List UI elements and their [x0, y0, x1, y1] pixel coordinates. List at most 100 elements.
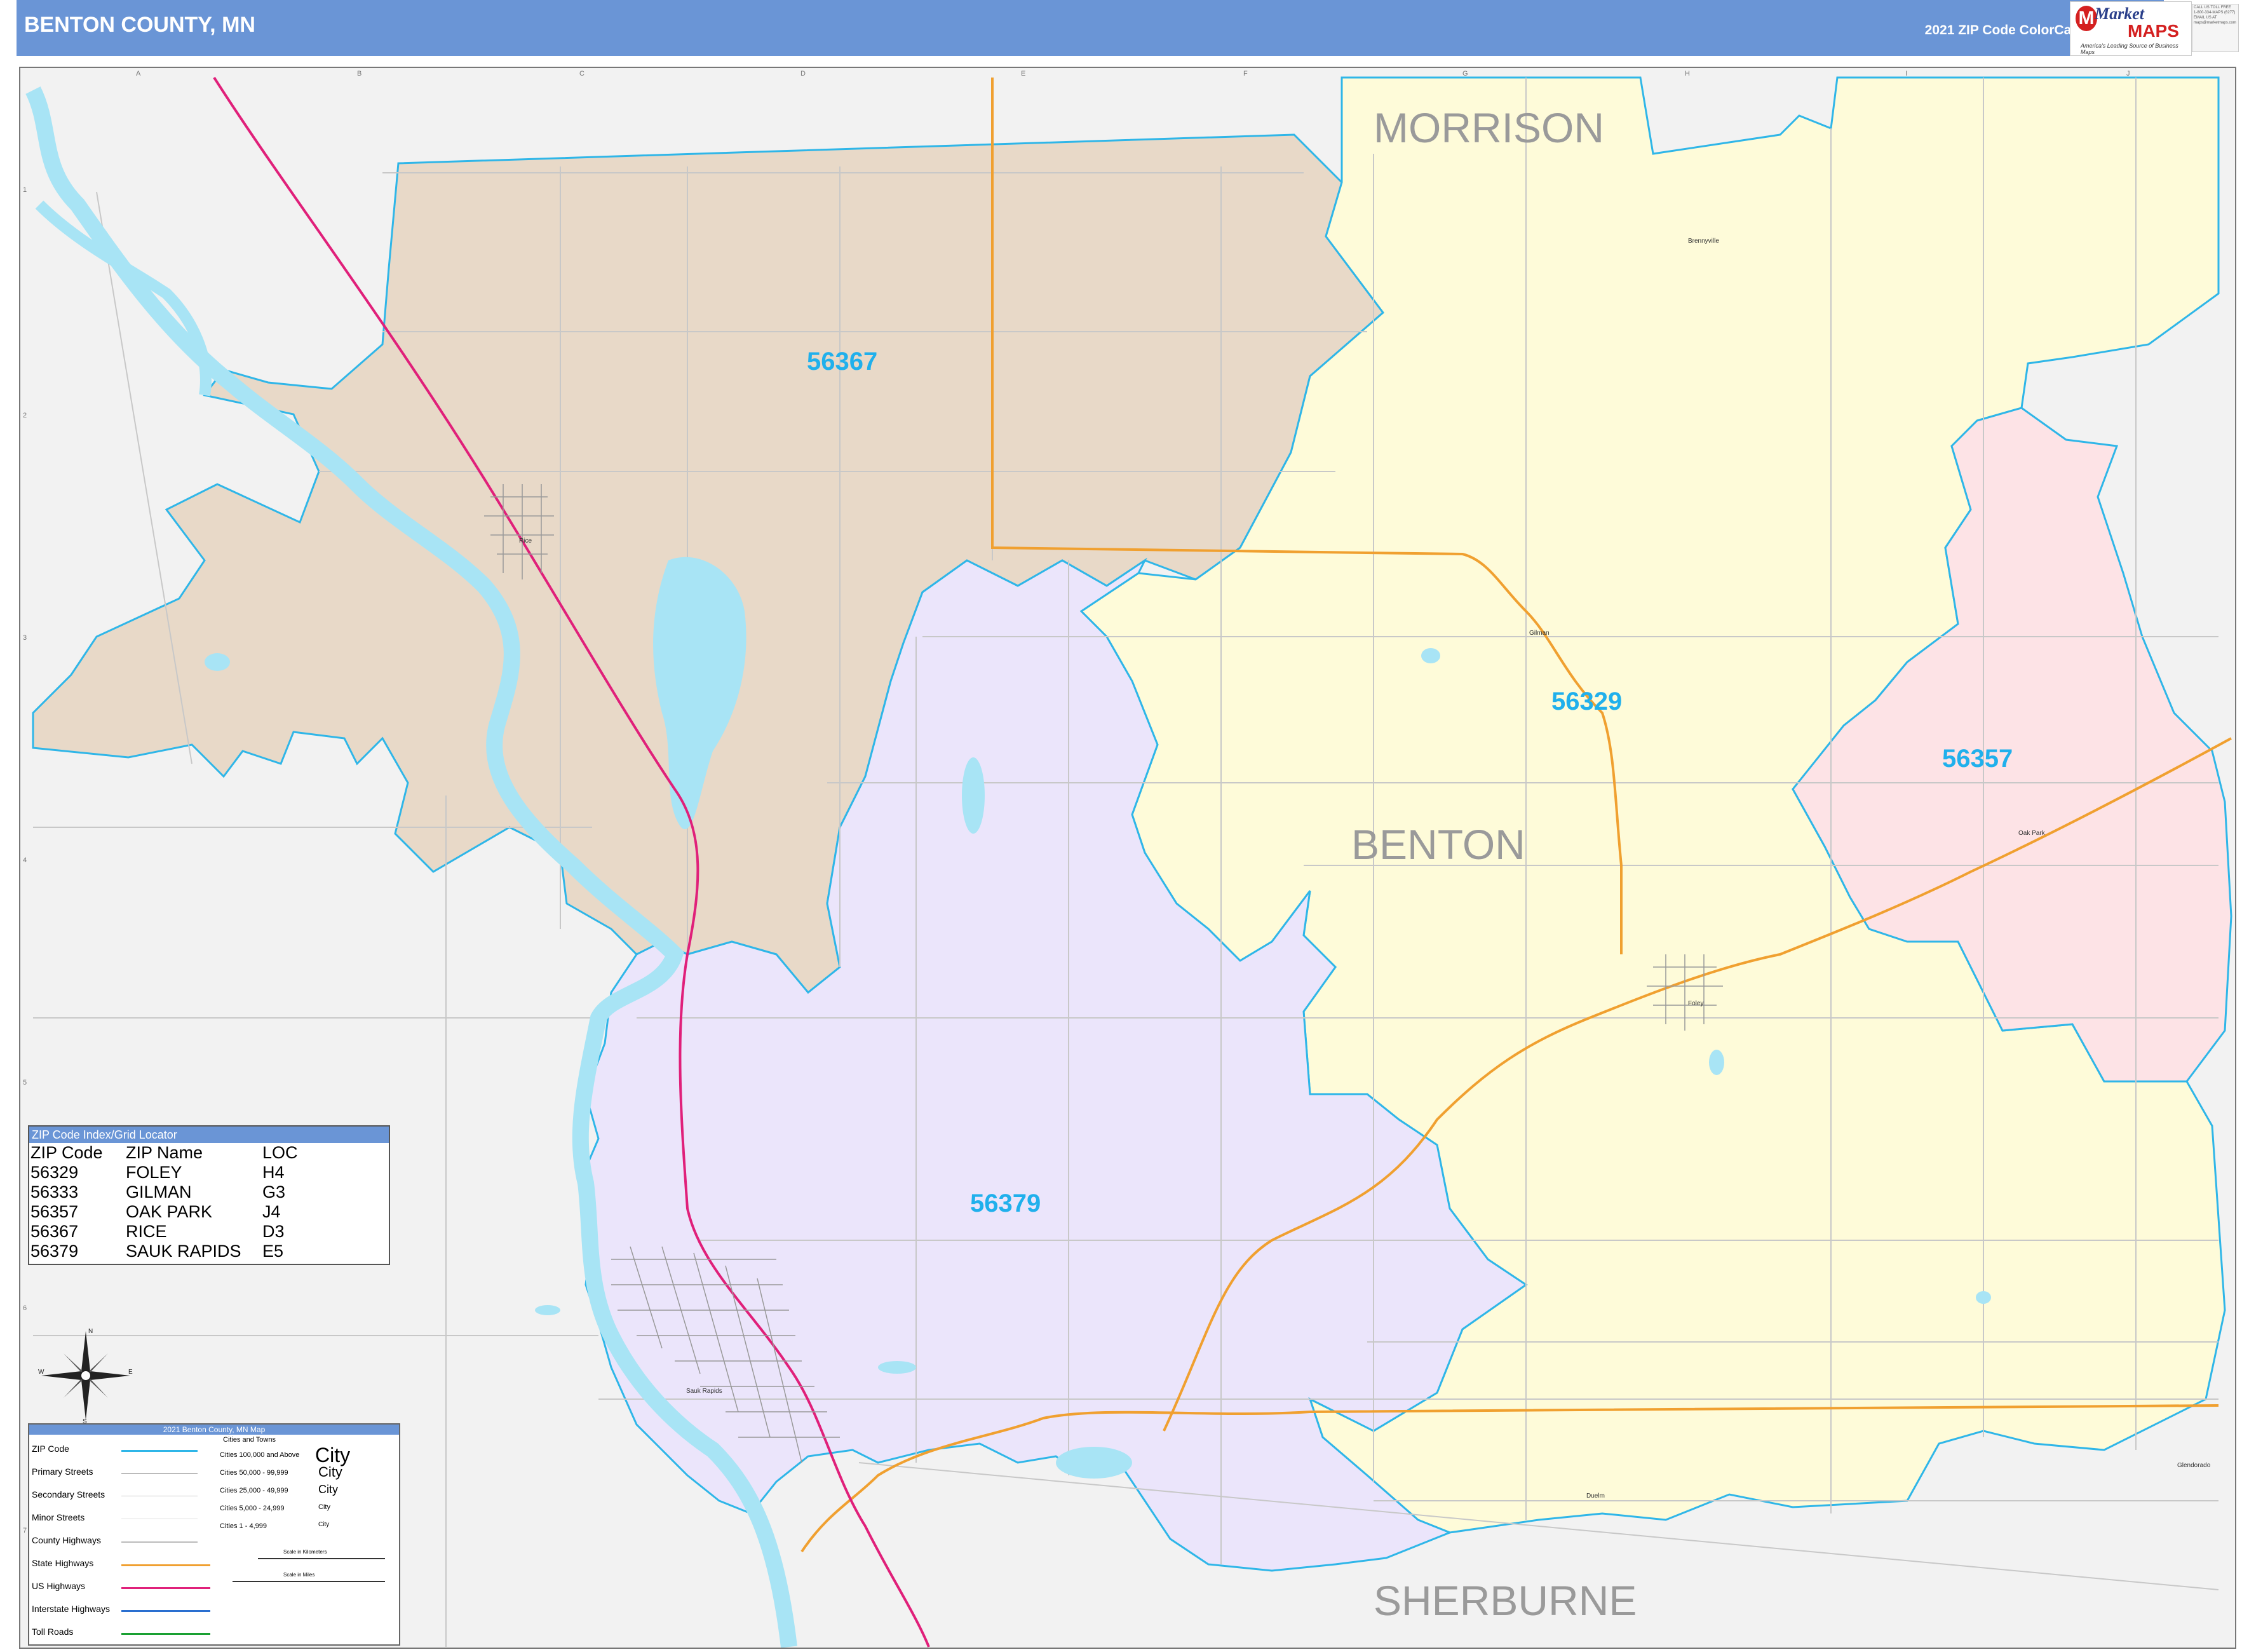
grid-number-3: 3: [23, 634, 27, 642]
name-cell: GILMAN: [126, 1182, 192, 1202]
county-label-sherburne: SHERBURNE: [1374, 1577, 1637, 1624]
table-row[interactable]: 56329 FOLEY H4: [30, 1163, 326, 1182]
legend-item-toll: Toll Roads: [32, 1627, 74, 1637]
legend-city-sample-3: City: [318, 1483, 338, 1496]
town-label-brennyville[interactable]: Brennyville: [1688, 238, 1719, 245]
legend-swatch-primary: [121, 1473, 198, 1474]
zip-cell: 56329: [30, 1163, 79, 1182]
scale-bar-km: [258, 1558, 385, 1559]
table-row[interactable]: 56333 GILMAN G3: [30, 1182, 326, 1202]
legend-item-minor: Minor Streets: [32, 1512, 85, 1522]
legend-city-sample-2: City: [318, 1464, 342, 1480]
grid-letter-j: J: [2126, 70, 2130, 78]
legend-item-interstate: Interstate Highways: [32, 1604, 110, 1614]
market-maps-logo[interactable]: M Market MAPS America's Leading Source o…: [2070, 1, 2192, 56]
name-cell: OAK PARK: [126, 1202, 213, 1221]
table-row[interactable]: 56379 SAUK RAPIDS E5: [30, 1242, 326, 1261]
town-label-duelm[interactable]: Duelm: [1586, 1493, 1605, 1500]
grid-letter-c: C: [579, 70, 584, 78]
loc-cell: D3: [262, 1222, 285, 1241]
scale-bar-mi: [233, 1581, 385, 1582]
grid-number-4: 4: [23, 856, 27, 864]
legend-swatch-county: [121, 1541, 198, 1543]
town-label-oak-park[interactable]: Oak Park: [2018, 830, 2046, 837]
grid-number-7: 7: [23, 1527, 27, 1534]
zip-label-56357[interactable]: 56357: [1942, 745, 2013, 773]
grid-letter-i: I: [1905, 70, 1907, 78]
legend-city-size-4: Cities 5,000 - 24,999: [220, 1505, 285, 1512]
zip-index-header-row: ZIP Code ZIP Name LOC: [30, 1143, 326, 1163]
logo-maps-text: MAPS: [2128, 21, 2179, 41]
legend-swatch-zip: [121, 1450, 198, 1452]
compass-s: S: [83, 1418, 87, 1423]
contact-line: EMAIL US AT: [2194, 16, 2217, 20]
table-row[interactable]: 56367 RICE D3: [30, 1222, 326, 1242]
logo-m-icon: M: [2076, 6, 2097, 31]
compass-n: N: [88, 1328, 93, 1335]
legend-city-size-1: Cities 100,000 and Above: [220, 1451, 300, 1459]
grid-number-6: 6: [23, 1304, 27, 1312]
town-label-rice[interactable]: Rice: [519, 538, 532, 545]
legend-item-us: US Highways: [32, 1581, 86, 1591]
zip-cell: 56333: [30, 1182, 79, 1202]
county-label-morrison: MORRISON: [1374, 104, 1604, 151]
grid-number-5: 5: [23, 1079, 27, 1087]
county-map[interactable]: MORRISON BENTON SHERBURNE 56367 56329 56…: [20, 68, 2236, 1649]
zip-cell: 56379: [30, 1242, 79, 1261]
grid-number-2: 2: [23, 412, 27, 419]
name-cell: FOLEY: [126, 1163, 182, 1182]
zip-label-56329[interactable]: 56329: [1551, 687, 1622, 715]
loc-cell: E5: [262, 1242, 284, 1261]
grid-letter-e: E: [1021, 70, 1025, 78]
legend-item-secondary: Secondary Streets: [32, 1489, 105, 1500]
name-cell: RICE: [126, 1222, 167, 1241]
legend-scale-km: Scale in Kilometers: [283, 1549, 327, 1555]
legend-scale-mi: Scale in Miles: [283, 1572, 315, 1578]
loc-cell: H4: [262, 1163, 285, 1182]
contact-box: CALL US TOLL FREE 1-800-334-MAPS (6277) …: [2192, 4, 2239, 52]
zip-label-56379[interactable]: 56379: [970, 1189, 1041, 1217]
map-frame[interactable]: MORRISON BENTON SHERBURNE 56367 56329 56…: [19, 67, 2236, 1649]
column-header-name: ZIP Name: [126, 1143, 203, 1162]
legend-city-sample-5: City: [318, 1521, 330, 1528]
legend-city-size-2: Cities 50,000 - 99,999: [220, 1469, 288, 1477]
county-label-benton: BENTON: [1351, 821, 1525, 868]
legend-swatch-toll: [121, 1633, 210, 1635]
compass-e: E: [128, 1369, 133, 1376]
grid-letter-h: H: [1685, 70, 1690, 78]
grid-letter-a: A: [136, 70, 141, 78]
grid-letter-d: D: [800, 70, 806, 78]
grid-letter-f: F: [1243, 70, 1248, 78]
logo-tagline: America's Leading Source of Business Map…: [2081, 43, 2178, 55]
town-label-sauk-rapids[interactable]: Sauk Rapids: [686, 1388, 722, 1395]
legend-item-zip-code: ZIP Code: [32, 1444, 69, 1454]
legend-city-sample-4: City: [318, 1503, 330, 1511]
table-row[interactable]: 56357 OAK PARK J4: [30, 1202, 326, 1222]
compass-rose-icon: N S E W: [38, 1328, 133, 1423]
grid-number-1: 1: [23, 186, 27, 194]
legend-swatch-us: [121, 1587, 210, 1589]
town-label-gilman[interactable]: Gilman: [1529, 630, 1550, 637]
legend-swatch-state: [121, 1564, 210, 1566]
legend-city-size-5: Cities 1 - 4,999: [220, 1522, 267, 1530]
contact-line: 1-800-334-MAPS (6277): [2194, 11, 2236, 15]
column-header-loc: LOC: [262, 1143, 298, 1162]
contact-line: maps@marketmaps.com: [2194, 21, 2236, 25]
legend-cities-heading: Cities and Towns: [223, 1436, 276, 1444]
legend-item-primary: Primary Streets: [32, 1466, 93, 1477]
column-header-zip: ZIP Code: [30, 1143, 103, 1162]
zip-index-grid: ZIP Code ZIP Name LOC 56329 FOLEY H4 56333…: [30, 1143, 326, 1261]
grid-letter-b: B: [357, 70, 361, 78]
name-cell: SAUK RAPIDS: [126, 1242, 241, 1261]
loc-cell: J4: [262, 1202, 281, 1221]
loc-cell: G3: [262, 1182, 286, 1202]
zip-index-table: ZIP Code Index/Grid Locator ZIP Code ZIP…: [28, 1125, 390, 1265]
contact-line: CALL US TOLL FREE: [2194, 6, 2231, 10]
header-bar: BENTON COUNTY, MN 2021 ZIP Code ColorCas…: [17, 0, 2164, 56]
zip-label-56367[interactable]: 56367: [807, 348, 877, 376]
town-label-foley[interactable]: Foley: [1688, 1000, 1703, 1007]
zip-index-title: ZIP Code Index/Grid Locator: [29, 1127, 389, 1143]
zip-cell: 56367: [30, 1222, 79, 1241]
map-title: BENTON COUNTY, MN: [24, 13, 255, 37]
town-label-glendorado[interactable]: Glendorado: [2177, 1462, 2211, 1469]
